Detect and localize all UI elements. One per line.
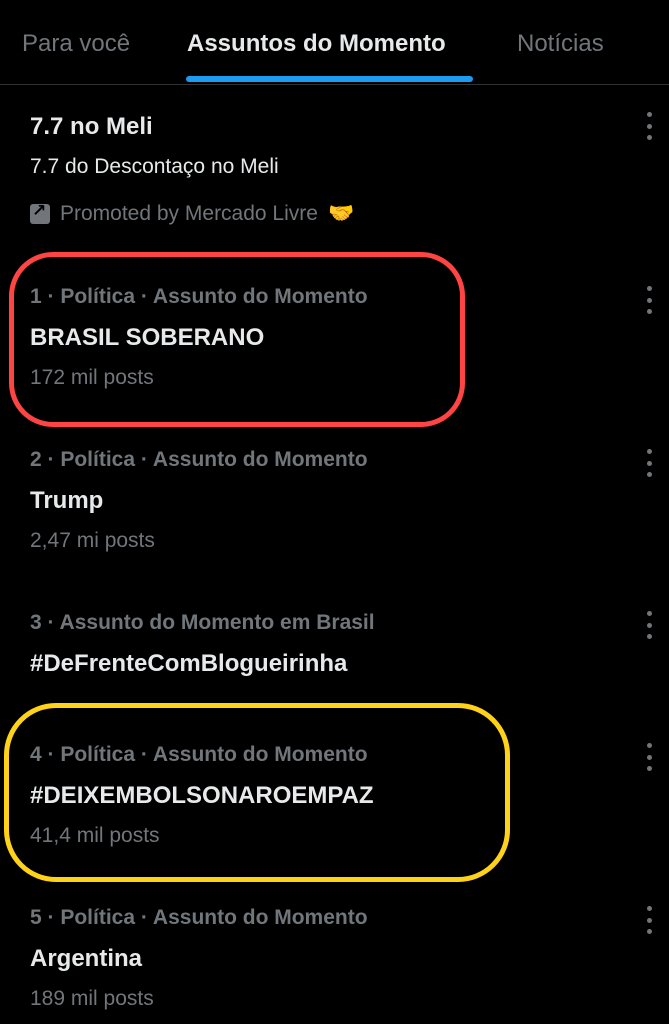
trend-post-count: 41,4 mil posts [30,824,160,847]
trend-meta: 1 · Política · Assunto do Momento [30,285,368,308]
trend-meta: 4 · Política · Assunto do Momento [30,743,368,766]
more-icon[interactable] [643,286,655,314]
trend-post-count: 2,47 mi posts [30,529,155,552]
promoted-icon [30,201,50,224]
more-icon[interactable] [643,906,655,934]
trend-meta: 3 · Assunto do Momento em Brasil [30,611,375,634]
tab-noticias[interactable]: Notícias [517,30,604,58]
tab-assuntos-do-momento[interactable]: Assuntos do Momento [187,30,446,58]
trend-post-count: 172 mil posts [30,366,154,389]
trend-title: Argentina [30,945,143,972]
trend-post-count: 189 mil posts [30,987,154,1010]
trend-meta: 5 · Política · Assunto do Momento [30,906,368,929]
promoted-title: 7.7 no Meli [30,113,153,140]
promoted-description: 7.7 do Descontaço no Meli [30,155,279,178]
promoted-label: Promoted by Mercado Livre 🤝 [30,201,355,226]
tab-para-voce[interactable]: Para você [22,30,130,58]
active-tab-indicator [186,76,473,82]
trend-title: BRASIL SOBERANO [30,324,265,351]
more-icon[interactable] [643,611,655,639]
more-icon[interactable] [643,743,655,771]
handshake-emoji: 🤝 [327,202,355,225]
trend-title: #DeFrenteComBlogueirinha [30,650,348,677]
trend-title: #DEIXEMBOLSONAROEMPAZ [30,782,374,809]
trend-title: Trump [30,487,104,514]
promoted-by-text: Promoted by Mercado Livre [60,202,318,225]
more-icon[interactable] [643,112,655,140]
tab-bar: Para você Assuntos do Momento Notícias [0,0,669,85]
trend-meta: 2 · Política · Assunto do Momento [30,448,368,471]
more-icon[interactable] [643,449,655,477]
